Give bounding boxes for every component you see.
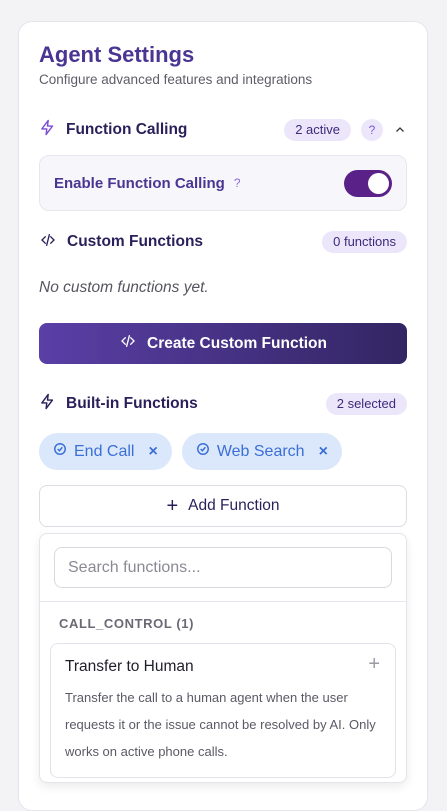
help-icon[interactable]: ?: [361, 119, 383, 141]
lightning-icon: [39, 119, 56, 141]
function-calling-label: Function Calling: [66, 121, 188, 138]
chip-end-call: End Call ×: [39, 433, 172, 470]
plus-icon[interactable]: +: [368, 654, 380, 674]
toggle-knob: [368, 173, 389, 194]
close-icon[interactable]: ×: [148, 443, 157, 461]
check-circle-icon: [196, 442, 210, 461]
lightning-icon: [39, 393, 56, 415]
code-icon: [119, 333, 147, 354]
custom-functions-count-badge: 0 functions: [322, 231, 407, 253]
function-option-transfer-to-human[interactable]: Transfer to Human + Transfer the call to…: [50, 643, 396, 778]
enable-function-calling-toggle[interactable]: [344, 170, 392, 197]
search-functions-input[interactable]: Search functions...: [54, 547, 392, 588]
close-icon[interactable]: ×: [319, 443, 328, 461]
function-option-description: Transfer the call to a human agent when …: [65, 690, 376, 759]
chevron-up-icon[interactable]: [393, 123, 407, 137]
function-option-title: Transfer to Human: [65, 658, 194, 675]
custom-functions-empty-text: No custom functions yet.: [39, 279, 209, 296]
custom-functions-label: Custom Functions: [67, 233, 204, 250]
code-icon: [39, 232, 57, 253]
selected-functions-chips: End Call × Web Search ×: [39, 433, 342, 470]
group-label: CALL_CONTROL (1): [59, 616, 195, 631]
builtin-functions-header: Built-in Functions 2 selected: [39, 392, 407, 416]
builtin-selected-badge: 2 selected: [325, 393, 407, 415]
divider: [40, 601, 406, 602]
check-circle-icon: [53, 442, 67, 461]
page-subtitle: Configure advanced features and integrat…: [39, 72, 313, 87]
enable-function-calling-row: Enable Function Calling ?: [39, 155, 407, 211]
page-title: Agent Settings: [39, 42, 195, 67]
custom-functions-header: Custom Functions 0 functions: [39, 230, 407, 254]
chip-web-search: Web Search ×: [181, 433, 342, 470]
function-picker-dropdown: Search functions... CALL_CONTROL (1) Tra…: [39, 533, 407, 783]
active-count-badge: 2 active: [284, 119, 351, 141]
function-calling-header[interactable]: Function Calling 2 active ?: [39, 118, 407, 142]
builtin-functions-label: Built-in Functions: [66, 395, 198, 412]
help-icon[interactable]: ?: [234, 176, 241, 190]
enable-function-calling-label: Enable Function Calling: [54, 174, 225, 192]
plus-icon: +: [166, 495, 179, 517]
create-custom-function-label: Create Custom Function: [147, 334, 327, 352]
create-custom-function-button[interactable]: Create Custom Function: [39, 323, 407, 364]
add-function-button[interactable]: + Add Function: [39, 485, 407, 527]
agent-settings-panel: Agent Settings Configure advanced featur…: [18, 21, 428, 811]
chip-label: End Call: [74, 442, 135, 460]
add-function-label: Add Function: [188, 497, 280, 514]
chip-label: Web Search: [216, 442, 305, 460]
